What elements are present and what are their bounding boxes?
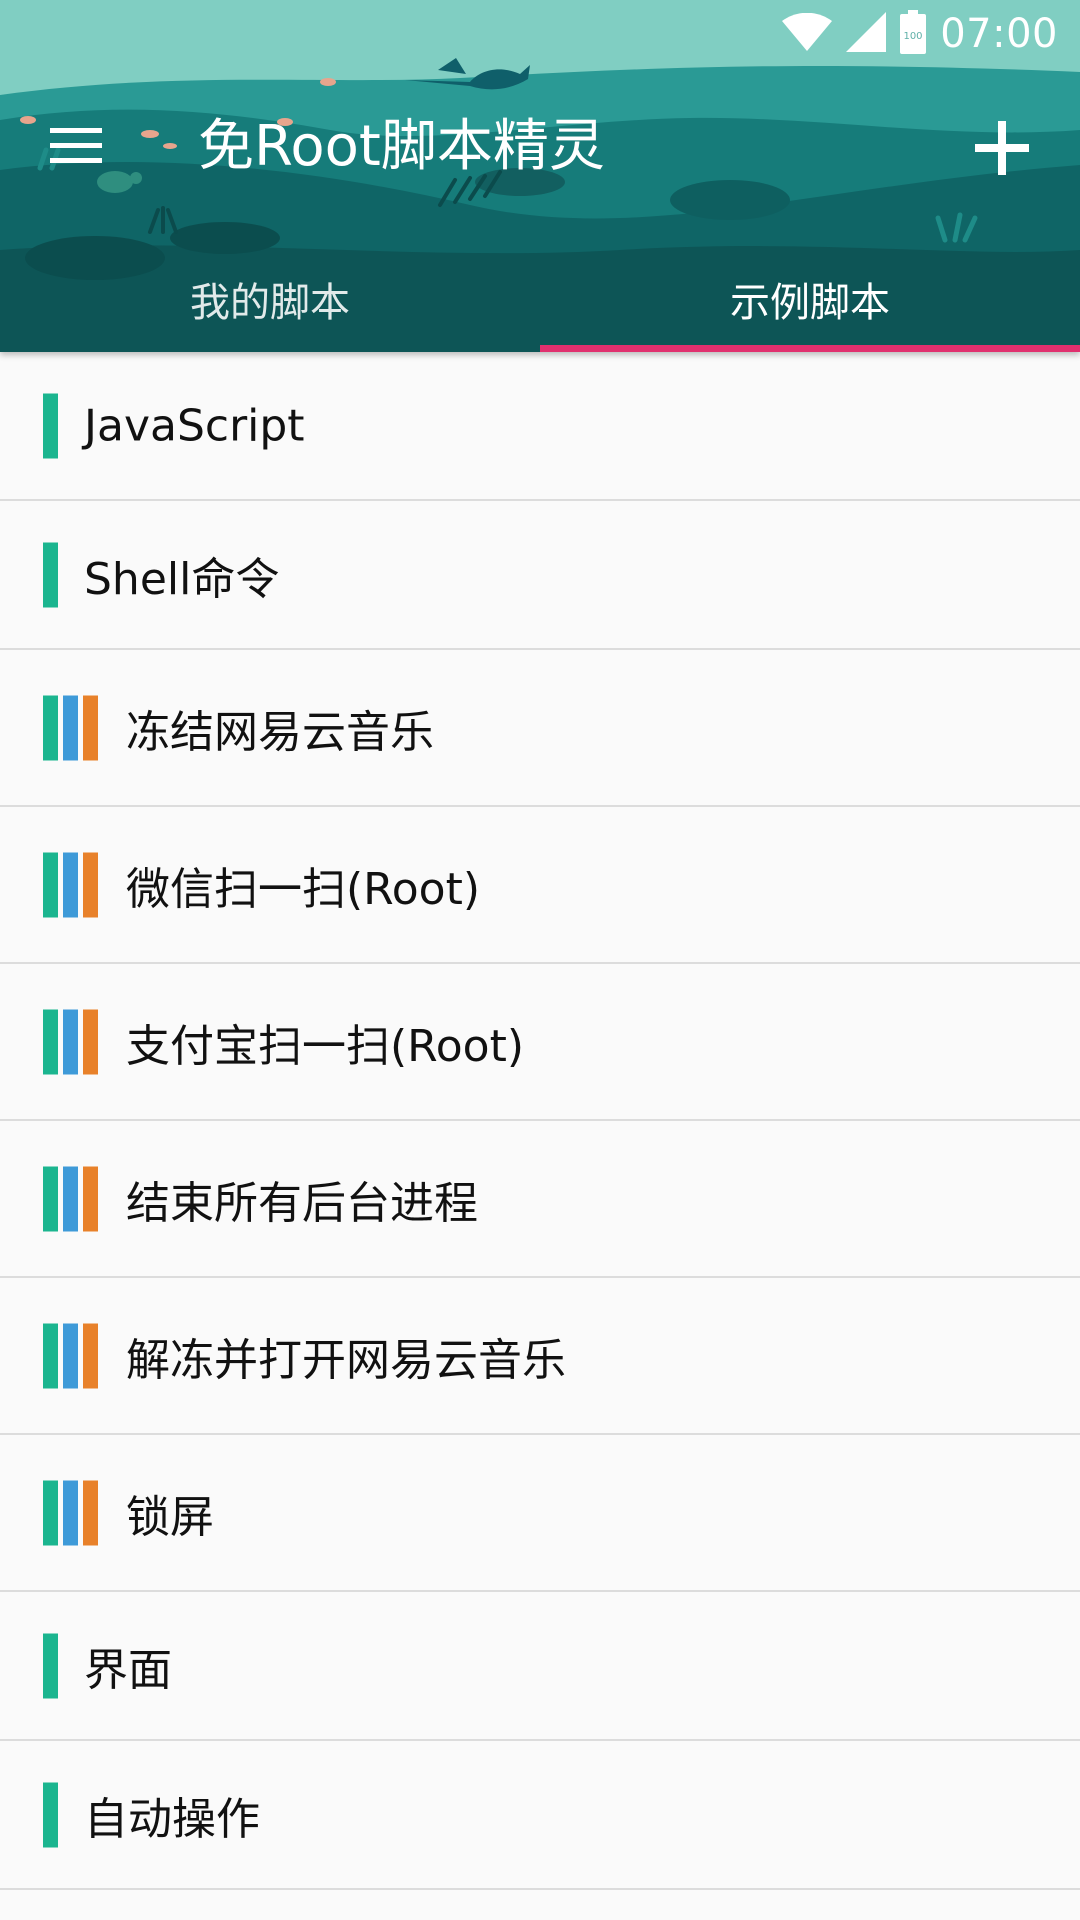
type-color-bar — [63, 1323, 78, 1388]
script-list-item[interactable]: 微信扫一扫(Root) — [0, 807, 1080, 964]
script-name: 冻结网易云音乐 — [126, 706, 434, 758]
script-type-marker — [43, 852, 103, 917]
tab-my-scripts[interactable]: 我的脚本 — [0, 246, 540, 352]
script-type-marker — [43, 393, 63, 458]
script-type-marker — [43, 695, 103, 760]
add-script-button[interactable] — [962, 108, 1042, 188]
script-type-marker — [43, 1782, 63, 1847]
script-name: 自动操作 — [84, 1793, 260, 1845]
tab-label: 示例脚本 — [730, 280, 890, 326]
script-name: 界面 — [84, 1644, 172, 1696]
battery-icon: 100 — [900, 10, 927, 58]
status-bar: 100 07:00 — [0, 0, 1080, 66]
type-color-bar — [43, 393, 58, 458]
type-color-bar — [43, 852, 58, 917]
type-color-bar — [43, 1009, 58, 1074]
script-type-marker — [43, 1480, 103, 1545]
tab-sample-scripts[interactable]: 示例脚本 — [540, 246, 1080, 352]
type-color-bar — [63, 1480, 78, 1545]
script-name: 结束所有后台进程 — [126, 1177, 478, 1229]
type-color-bar — [63, 852, 78, 917]
type-color-bar — [43, 1633, 58, 1698]
type-color-bar — [43, 695, 58, 760]
script-type-marker — [43, 1166, 103, 1231]
script-list-item[interactable]: 支付宝扫一扫(Root) — [0, 964, 1080, 1121]
script-list-item[interactable]: JavaScript — [0, 352, 1080, 501]
type-color-bar — [43, 1166, 58, 1231]
type-color-bar — [43, 1323, 58, 1388]
script-name: Shell命令 — [84, 553, 280, 605]
script-name: 锁屏 — [126, 1491, 214, 1543]
tab-label: 我的脚本 — [190, 280, 350, 326]
script-list-item[interactable]: 锁屏 — [0, 1435, 1080, 1592]
script-list: JavaScript Shell命令冻结网易云音乐 微信扫一扫(Root) 支付宝扫一… — [0, 352, 1080, 1890]
type-color-bar — [43, 1480, 58, 1545]
status-icons: 100 07:00 — [782, 10, 1058, 58]
app-header: 100 07:00 免Root脚本精灵 我的脚本 示例脚本 — [0, 0, 1080, 352]
tab-bar: 我的脚本 示例脚本 — [0, 246, 1080, 352]
app-screen: 100 07:00 免Root脚本精灵 我的脚本 示例脚本 JavaScript… — [0, 0, 1080, 1920]
script-type-marker — [43, 1009, 103, 1074]
script-name: 解冻并打开网易云音乐 — [126, 1334, 566, 1386]
type-color-bar — [63, 1009, 78, 1074]
hamburger-menu-icon — [50, 128, 102, 163]
type-color-bar — [43, 1782, 58, 1847]
script-type-marker — [43, 1323, 103, 1388]
script-list-item[interactable]: 自动操作 — [0, 1741, 1080, 1890]
script-name: JavaScript — [84, 400, 305, 451]
script-type-marker — [43, 1633, 63, 1698]
script-list-item[interactable]: 解冻并打开网易云音乐 — [0, 1278, 1080, 1435]
menu-button[interactable] — [38, 114, 114, 178]
script-list-item[interactable]: 冻结网易云音乐 — [0, 650, 1080, 807]
script-list-item[interactable]: 界面 — [0, 1592, 1080, 1741]
type-color-bar — [83, 1166, 98, 1231]
status-time: 07:00 — [940, 11, 1058, 57]
type-color-bar — [83, 1009, 98, 1074]
type-color-bar — [63, 695, 78, 760]
tab-indicator — [540, 345, 1080, 352]
type-color-bar — [83, 852, 98, 917]
script-name: 支付宝扫一扫(Root) — [126, 1020, 525, 1072]
battery-level-text: 100 — [904, 31, 923, 42]
script-name: 微信扫一扫(Root) — [126, 863, 481, 915]
type-color-bar — [83, 695, 98, 760]
plus-icon — [975, 121, 1029, 175]
cell-signal-icon — [846, 12, 887, 56]
type-color-bar — [83, 1323, 98, 1388]
type-color-bar — [43, 542, 58, 607]
wifi-icon — [782, 12, 833, 55]
script-list-item[interactable]: 结束所有后台进程 — [0, 1121, 1080, 1278]
toolbar: 免Root脚本精灵 — [0, 84, 1080, 208]
script-type-marker — [43, 542, 63, 607]
script-list-item[interactable]: Shell命令 — [0, 501, 1080, 650]
type-color-bar — [83, 1480, 98, 1545]
app-title: 免Root脚本精灵 — [198, 114, 605, 179]
type-color-bar — [63, 1166, 78, 1231]
